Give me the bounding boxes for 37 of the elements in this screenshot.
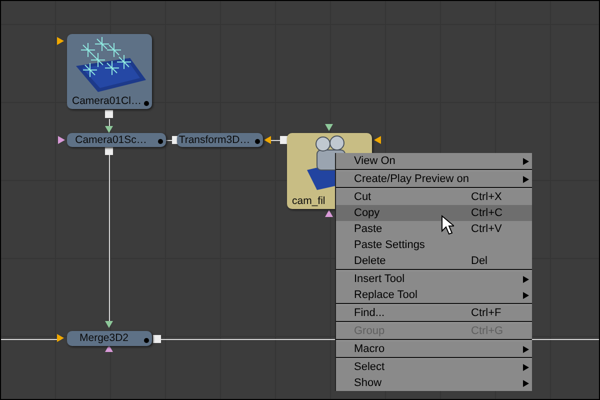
- input-triangle-icon[interactable]: [57, 334, 64, 342]
- node-label: Camera01Cl…: [72, 95, 142, 108]
- node-label: cam_fil: [292, 195, 326, 208]
- input-triangle-icon[interactable]: [57, 37, 64, 45]
- input-triangle-icon[interactable]: [105, 321, 113, 328]
- dot-icon: [144, 338, 149, 343]
- menu-item[interactable]: Show: [336, 375, 532, 391]
- input-triangle-icon[interactable]: [325, 124, 333, 131]
- menu-item[interactable]: Insert Tool: [336, 271, 532, 287]
- input-triangle-icon[interactable]: [374, 136, 381, 144]
- node-label: Camera01Sc…: [75, 134, 147, 146]
- menu-item[interactable]: Copy Ctrl+C: [336, 205, 532, 221]
- menu-item[interactable]: Select: [336, 359, 532, 375]
- dot-icon: [158, 139, 163, 144]
- tool-node-tile[interactable]: Camera01Cl…: [67, 34, 152, 109]
- menu-item[interactable]: Paste Ctrl+V: [336, 221, 532, 237]
- dot-icon: [144, 101, 149, 106]
- connection-line: [109, 119, 111, 126]
- mouse-pointer-icon: [441, 215, 454, 235]
- menu-item[interactable]: Macro: [336, 341, 532, 357]
- tool-node[interactable]: Transform3D…: [177, 133, 263, 147]
- menu-item[interactable]: Paste Settings: [336, 237, 532, 253]
- menu-item[interactable]: Find... Ctrl+F: [336, 305, 532, 321]
- menu-item[interactable]: Replace Tool: [336, 287, 532, 303]
- tool-node[interactable]: Merge3D2: [67, 331, 152, 346]
- input-triangle-icon[interactable]: [105, 345, 113, 352]
- input-triangle-icon[interactable]: [264, 136, 271, 144]
- output-port-icon[interactable]: [105, 147, 113, 155]
- menu-item[interactable]: Delete Del: [336, 253, 532, 269]
- input-triangle-icon[interactable]: [325, 210, 333, 217]
- menu-item[interactable]: Create/Play Preview on: [336, 171, 532, 187]
- tool-node[interactable]: Camera01Sc…: [67, 133, 166, 147]
- input-triangle-icon[interactable]: [105, 126, 113, 133]
- node-label: Merge3D2: [79, 332, 129, 345]
- node-label: Transform3D…: [178, 134, 250, 146]
- input-triangle-icon[interactable]: [58, 136, 65, 144]
- dot-icon: [255, 139, 260, 144]
